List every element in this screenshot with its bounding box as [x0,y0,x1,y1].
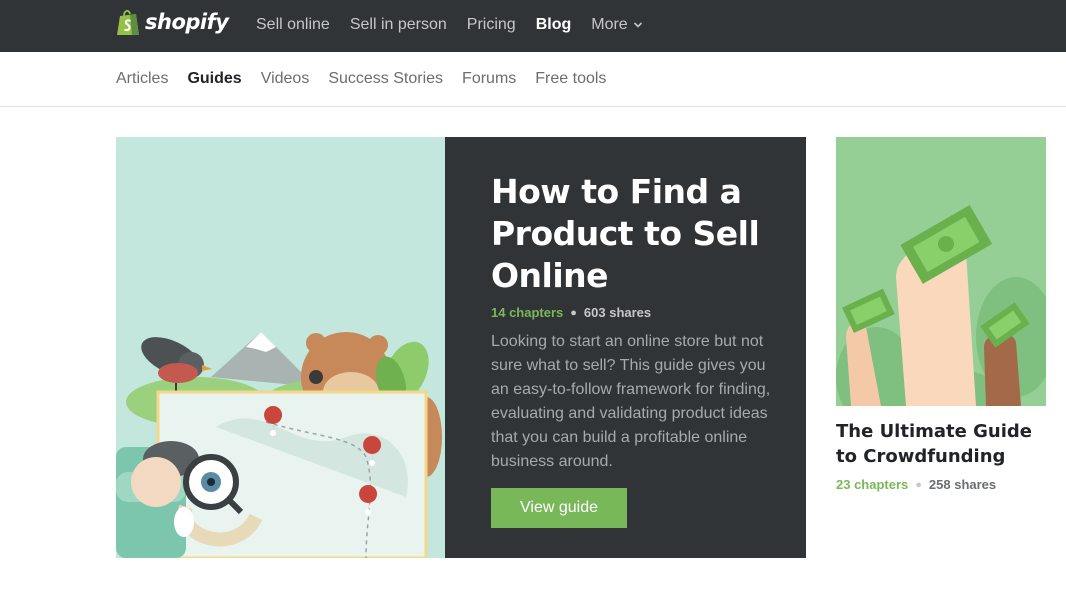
blog-sub-navigation: Articles Guides Videos Success Stories F… [0,52,1066,107]
nav-sell-online[interactable]: Sell online [256,16,330,34]
crowdfunding-guide-title[interactable]: The Ultimate Guide to Crowdfunding [836,419,1046,469]
featured-guide-meta: 14 chapters ● 603 shares [491,305,651,320]
chevron-down-icon [633,22,642,28]
bullet-dot-icon: ● [570,306,577,319]
featured-shares-count: 603 shares [583,305,652,320]
subnav-forums[interactable]: Forums [462,70,516,88]
side-shares-count: 258 shares [928,477,997,492]
crowdfunding-guide-meta: 23 chapters ● 258 shares [836,477,1046,492]
subnav-free-tools[interactable]: Free tools [535,70,606,88]
shopify-bag-icon [117,9,139,35]
featured-guide-illustration[interactable] [116,137,445,558]
featured-guide-description: Looking to start an online store but not… [491,333,771,470]
view-guide-button[interactable]: View guide [491,488,627,528]
brand-name: shopify [145,10,229,34]
side-chapters-count: 23 chapters [836,477,909,492]
subnav-articles[interactable]: Articles [116,70,168,88]
featured-guide-title[interactable]: How to Find a Product to Sell Online [491,171,791,297]
featured-chapters-count: 14 chapters [491,305,564,320]
hands-holding-money-illustration [836,204,1046,406]
nav-more[interactable]: More [591,16,642,34]
shopify-logo[interactable]: shopify [116,6,229,38]
crowdfunding-guide-card[interactable]: The Ultimate Guide to Crowdfunding 23 ch… [836,137,1046,492]
featured-guide-details: How to Find a Product to Sell Online 14 … [445,137,806,558]
bullet-dot-icon: ● [915,478,922,491]
nav-blog[interactable]: Blog [536,16,572,34]
top-navigation-bar: shopify Sell online Sell in person Prici… [0,0,1066,52]
subnav-videos[interactable]: Videos [261,70,310,88]
crowdfunding-guide-illustration[interactable] [836,137,1046,406]
nav-pricing[interactable]: Pricing [467,16,516,34]
featured-guide-card[interactable]: How to Find a Product to Sell Online 14 … [116,137,806,558]
primary-nav: Sell online Sell in person Pricing Blog … [256,0,663,50]
nav-more-label: More [591,16,628,33]
subnav-success-stories[interactable]: Success Stories [328,70,443,88]
subnav-links: Articles Guides Videos Success Stories F… [116,52,625,106]
subnav-guides[interactable]: Guides [187,70,241,88]
nav-sell-in-person[interactable]: Sell in person [350,16,447,34]
explorer-map-illustration [116,332,442,558]
